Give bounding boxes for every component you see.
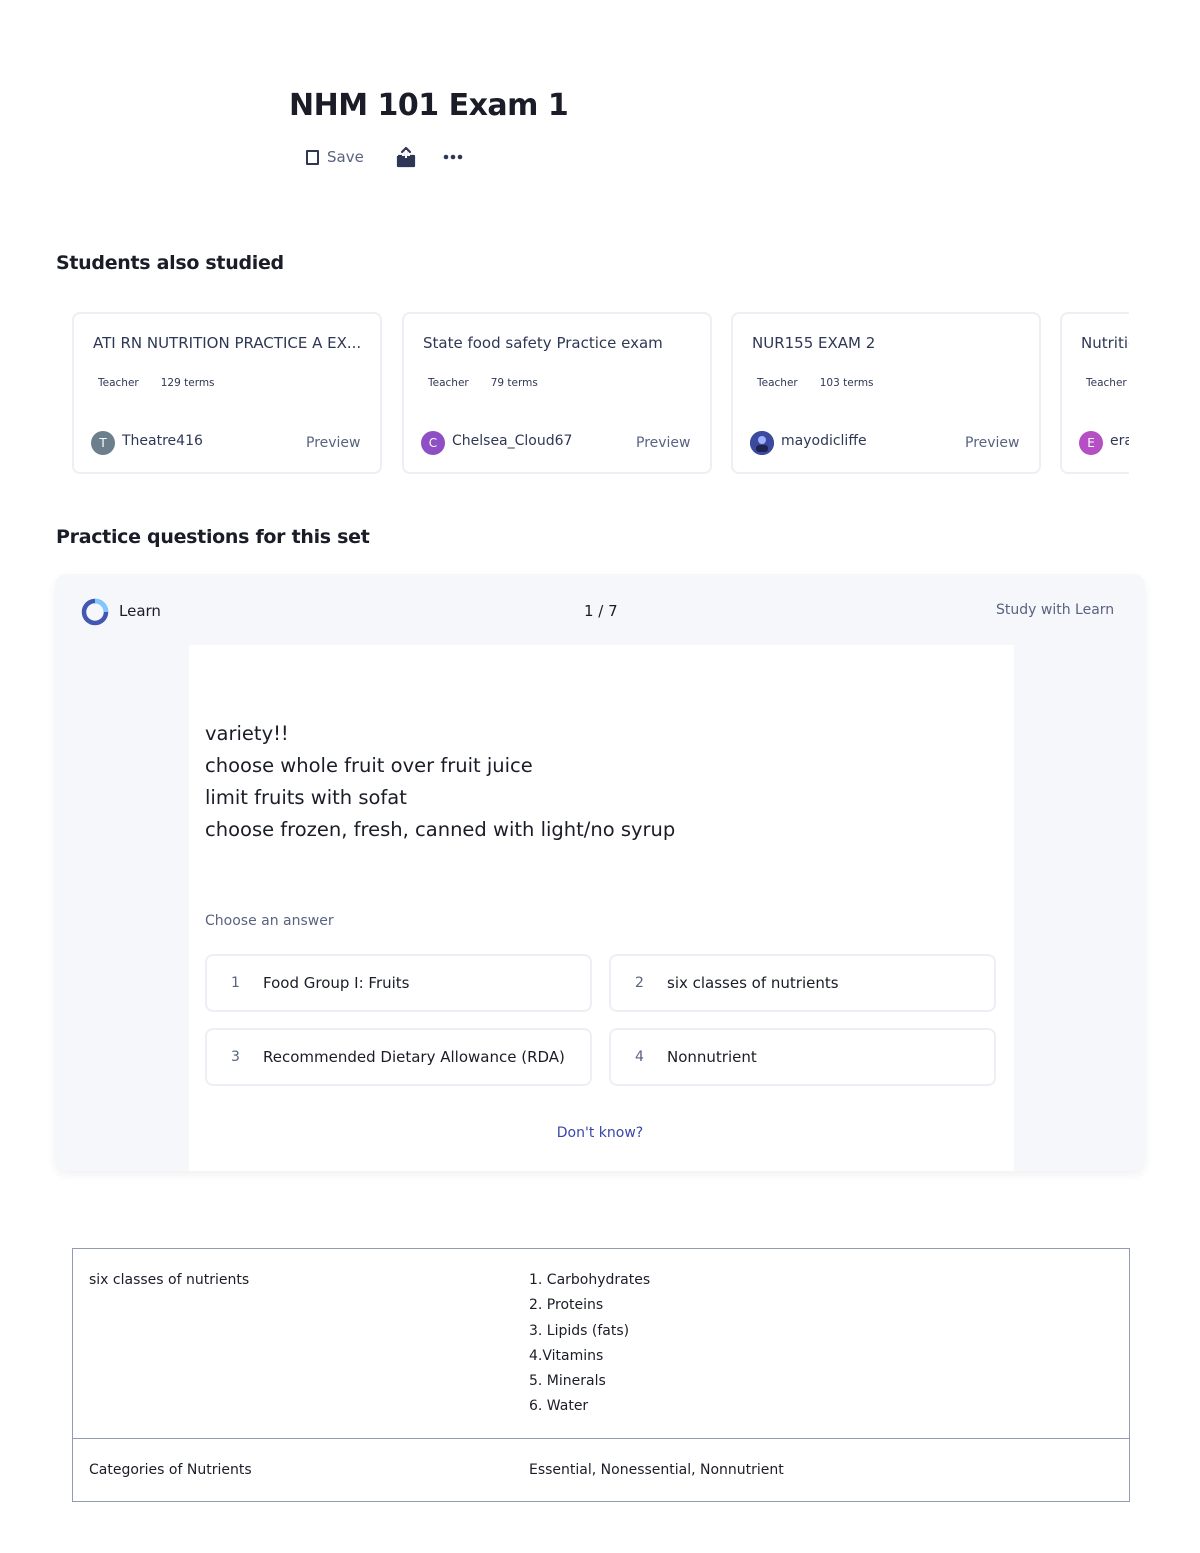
card-title: ATI RN NUTRITION PRACTICE A EX... [93,334,362,352]
answer-option-1[interactable]: 1 Food Group I: Fruits [205,954,592,1012]
option-text: Recommended Dietary Allowance (RDA) [263,1048,565,1066]
question-line: choose frozen, fresh, canned with light/… [205,818,676,841]
choose-answer-label: Choose an answer [205,913,334,929]
answer-option-2[interactable]: 2 six classes of nutrients [609,954,996,1012]
definition-line: 3. Lipids (fats) [529,1322,630,1339]
avatar: C [421,431,445,455]
card-meta: Teacher [1086,377,1127,389]
question-prompt: variety!! choose whole fruit over fruit … [205,718,985,846]
card-role: Teacher [428,377,469,389]
card-meta: Teacher 79 terms [428,377,538,389]
card-title: NUR155 EXAM 2 [752,334,876,352]
study-set-card[interactable]: State food safety Practice exam Teacher … [402,312,712,474]
more-icon[interactable] [442,150,464,164]
term-word: Categories of Nutrients [89,1461,252,1478]
option-text: Food Group I: Fruits [263,974,410,992]
study-set-carousel: ATI RN NUTRITION PRACTICE A EX... Teache… [70,312,1129,480]
answer-option-3[interactable]: 3 Recommended Dietary Allowance (RDA) [205,1028,592,1086]
save-button[interactable]: Save [306,146,364,168]
card-username[interactable]: Chelsea_Cloud67 [452,433,572,449]
card-terms: 79 terms [490,377,538,389]
card-meta: Teacher 129 terms [98,377,215,389]
study-set-card[interactable]: NUR155 EXAM 2 Teacher 103 terms mayodicl… [731,312,1041,474]
option-number: 2 [635,975,644,991]
option-text: Nonnutrient [667,1048,757,1066]
definition-line: 4.Vitamins [529,1347,604,1364]
question-line: variety!! [205,722,289,745]
card-title: Nutrition [1081,334,1129,352]
practice-questions-heading: Practice questions for this set [56,526,370,548]
preview-button[interactable]: Preview [306,435,361,451]
question-line: choose whole fruit over fruit juice [205,754,533,777]
card-role: Teacher [1086,377,1127,389]
term-row: Categories of Nutrients Essential, Nones… [73,1437,1129,1501]
terms-table: six classes of nutrients 1. Carbohydrate… [72,1248,1130,1503]
students-also-studied-heading: Students also studied [56,252,284,274]
study-set-card[interactable]: ATI RN NUTRITION PRACTICE A EX... Teache… [72,312,382,474]
share-icon[interactable] [395,146,417,168]
card-meta: Teacher 103 terms [757,377,874,389]
set-title: NHM 101 Exam 1 [289,88,569,123]
card-terms: 103 terms [819,377,874,389]
card-role: Teacher [757,377,798,389]
answer-option-4[interactable]: 4 Nonnutrient [609,1028,996,1086]
definition-line: 6. Water [529,1398,589,1415]
dont-know-button[interactable]: Don't know? [0,1125,1200,1141]
avatar: E [1079,431,1103,455]
question-counter: 1 / 7 [584,602,618,620]
preview-button[interactable]: Preview [636,435,691,451]
question-line: limit fruits with sofat [205,786,407,809]
definition-line: Essential, Nonessential, Nonnutrient [529,1461,784,1478]
term-word: six classes of nutrients [89,1272,250,1288]
definition-line: 5. Minerals [529,1373,606,1390]
avatar: T [91,431,115,455]
card-terms: 129 terms [160,377,215,389]
card-role: Teacher [98,377,139,389]
card-username[interactable]: Theatre416 [122,433,203,449]
study-with-learn-link[interactable]: Study with Learn [996,602,1114,618]
option-number: 3 [231,1049,240,1065]
option-number: 1 [231,975,240,991]
preview-button[interactable]: Preview [965,435,1020,451]
study-set-card[interactable]: Nutrition Teacher E era [1060,312,1129,474]
term-row: six classes of nutrients 1. Carbohydrate… [73,1249,1129,1438]
option-text: six classes of nutrients [667,974,839,992]
avatar-image-icon [750,431,774,455]
bookmark-icon [306,149,319,165]
definition-line: 1. Carbohydrates [529,1272,651,1288]
option-number: 4 [635,1049,644,1065]
avatar [750,431,774,455]
term-definition: Essential, Nonessential, Nonnutrient [513,1439,1129,1501]
learn-icon [81,598,109,626]
learn-label: Learn [119,602,161,620]
term-definition: 1. Carbohydrates 2. Proteins 3. Lipids (… [513,1249,1129,1438]
card-title: State food safety Practice exam [423,334,663,352]
definition-line: 2. Proteins [529,1297,604,1314]
card-username[interactable]: mayodicliffe [781,433,867,449]
card-username[interactable]: era [1110,433,1129,449]
save-label: Save [327,148,364,166]
